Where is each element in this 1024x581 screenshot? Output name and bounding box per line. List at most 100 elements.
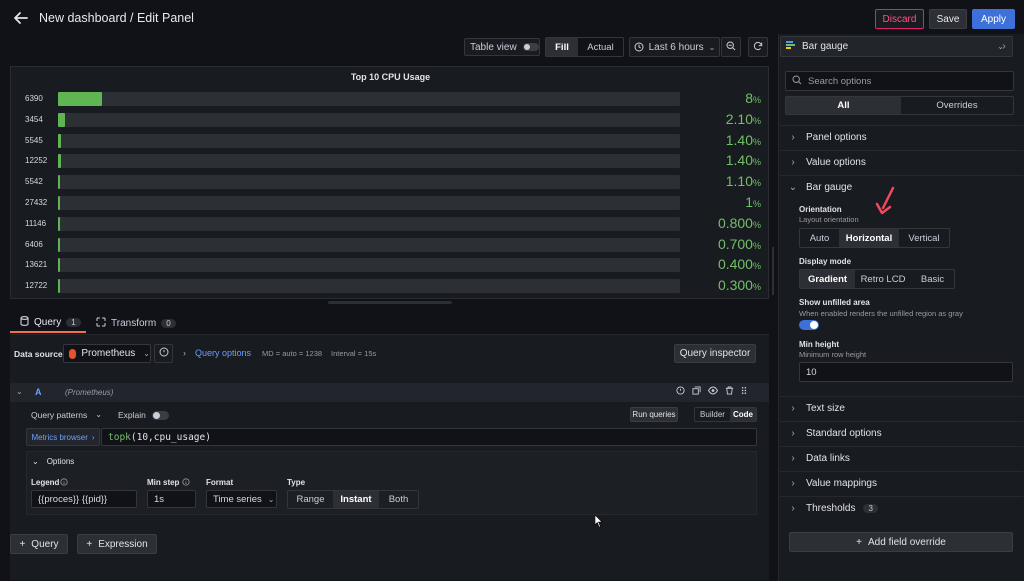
orientation-auto-option[interactable]: Auto: [800, 229, 839, 247]
clock-icon: [634, 42, 644, 52]
visualization-name: Bar gauge: [802, 41, 849, 52]
type-range-option[interactable]: Range: [288, 491, 333, 508]
actual-option[interactable]: Actual: [578, 38, 623, 56]
drag-handle-icon[interactable]: [741, 386, 747, 398]
display-gradient-option[interactable]: Gradient: [800, 270, 855, 288]
help-icon[interactable]: [676, 386, 685, 398]
gauge-fill: [58, 279, 60, 294]
gauge-fill: [58, 175, 61, 190]
bar-gauge-icon: [786, 40, 796, 53]
gauge-fill: [58, 216, 60, 231]
gauge-value-number: 0.800: [717, 214, 753, 231]
toggle-switch-icon: [522, 43, 539, 51]
table-view-toggle[interactable]: Table view: [464, 38, 540, 56]
red-arrow-annotation-icon: [874, 186, 898, 219]
builder-code-toggle[interactable]: Builder Code: [694, 407, 757, 422]
gauge-row-label: 3454: [25, 114, 43, 124]
unfilled-toggle[interactable]: [799, 320, 819, 330]
trash-icon[interactable]: [725, 386, 734, 398]
thresholds-section[interactable]: › Thresholds 3: [780, 496, 1023, 520]
duplicate-icon[interactable]: [692, 386, 701, 398]
eye-icon[interactable]: [707, 386, 719, 398]
query-expression-editor[interactable]: topk (10,cpu_usage): [101, 428, 757, 446]
panel-options-section[interactable]: › Panel options: [780, 125, 1023, 149]
gauge-value-unit: %: [752, 261, 761, 272]
panel-preview: Top 10 CPU Usage 6390 8% 3454 2.10% 5545 1.40…: [10, 66, 769, 299]
type-both-option[interactable]: Both: [379, 491, 418, 508]
database-icon: [20, 316, 29, 329]
gauge-value-number: 1.10: [725, 173, 753, 190]
collapse-chevron-icon[interactable]: ⌄: [16, 387, 23, 396]
bar-gauge-section[interactable]: ⌄ Bar gauge: [780, 175, 1023, 199]
back-arrow-icon[interactable]: [12, 9, 30, 27]
display-retro-option[interactable]: Retro LCD: [855, 270, 911, 288]
zoom-out-button[interactable]: [721, 37, 741, 57]
type-instant-option[interactable]: Instant: [333, 491, 379, 508]
gauge-row: 12722 0.300%: [11, 277, 771, 294]
explain-toggle[interactable]: Explain: [118, 410, 169, 420]
value-mappings-section[interactable]: › Value mappings: [780, 471, 1023, 495]
value-options-section[interactable]: › Value options: [780, 150, 1023, 174]
query-type-radio[interactable]: Range Instant Both: [287, 490, 419, 509]
metrics-browser-button[interactable]: Metrics browser ›: [26, 428, 100, 446]
tab-query[interactable]: Query 1: [10, 314, 86, 333]
panel-resize-handle[interactable]: [328, 301, 452, 304]
run-queries-button[interactable]: Run queries: [630, 407, 678, 422]
search-icon: [792, 74, 802, 88]
gauge-value: 0.400%: [671, 256, 761, 272]
time-range-picker[interactable]: Last 6 hours ⌄: [629, 37, 720, 57]
options-tabs[interactable]: All Overrides: [785, 96, 1014, 115]
query-row-header: [10, 383, 769, 402]
scrollbar[interactable]: [772, 247, 774, 295]
standard-options-section[interactable]: › Standard options: [780, 421, 1023, 445]
gauge-row-label: 5542: [25, 177, 43, 187]
format-select[interactable]: Time series ⌄: [206, 490, 277, 508]
add-expression-button[interactable]: + Expression: [77, 534, 157, 554]
gauge-fill: [58, 133, 62, 148]
data-links-section[interactable]: › Data links: [780, 446, 1023, 470]
add-query-label: Query: [31, 538, 59, 550]
orientation-horizontal-option[interactable]: Horizontal: [839, 229, 899, 247]
display-mode-radio[interactable]: Gradient Retro LCD Basic: [799, 269, 955, 289]
legend-input[interactable]: {{proces}} {{pid}}: [31, 490, 137, 508]
query-patterns-dropdown[interactable]: Query patterns ⌄: [31, 410, 102, 420]
search-options-input[interactable]: Search options: [785, 71, 1014, 91]
gauge-fill: [58, 258, 60, 273]
min-step-input[interactable]: 1s: [147, 490, 196, 508]
orientation-radio[interactable]: Auto Horizontal Vertical: [799, 228, 950, 248]
prometheus-icon: [69, 348, 77, 359]
save-button[interactable]: Save: [929, 9, 967, 29]
chevron-down-icon: ⌄: [708, 42, 716, 52]
query-inspector-button[interactable]: Query inspector: [674, 344, 756, 363]
datasource-help-button[interactable]: [154, 344, 173, 363]
apply-button[interactable]: Apply: [972, 9, 1015, 29]
tab-overrides[interactable]: Overrides: [901, 97, 1013, 114]
gauge-value-unit: %: [752, 157, 761, 168]
query-ref-id[interactable]: A: [35, 387, 42, 397]
display-basic-option[interactable]: Basic: [911, 270, 954, 288]
add-field-override-button[interactable]: + Add field override: [789, 532, 1013, 552]
add-query-button[interactable]: + Query: [10, 534, 68, 554]
code-option[interactable]: Code: [730, 408, 756, 421]
tab-all[interactable]: All: [786, 97, 901, 114]
visualization-picker[interactable]: Bar gauge ⌄: [780, 36, 1013, 57]
orientation-vertical-option[interactable]: Vertical: [899, 229, 949, 247]
gauge-value-number: 1.40: [725, 152, 753, 169]
thresholds-count-badge: 3: [863, 504, 878, 513]
chevron-right-icon[interactable]: ›: [183, 348, 186, 358]
fill-actual-toggle[interactable]: Fill Actual: [545, 37, 624, 57]
collapse-sidebar-button[interactable]: ›: [994, 36, 1014, 57]
options-toggle[interactable]: ⌄ Options: [32, 457, 74, 466]
query-source: (Prometheus): [65, 388, 114, 397]
query-options-link[interactable]: Query options: [195, 348, 251, 358]
text-size-section[interactable]: › Text size: [780, 396, 1023, 420]
min-height-input[interactable]: 10: [799, 362, 1013, 382]
datasource-picker[interactable]: Prometheus ⌄: [63, 344, 151, 363]
fill-option[interactable]: Fill: [546, 38, 578, 56]
unfilled-desc: When enabled renders the unfilled region…: [799, 309, 963, 318]
refresh-button[interactable]: [748, 37, 768, 57]
plus-icon: +: [86, 538, 93, 550]
builder-option[interactable]: Builder: [695, 408, 730, 421]
tab-transform[interactable]: Transform 0: [96, 314, 176, 333]
discard-button[interactable]: Discard: [875, 9, 924, 29]
